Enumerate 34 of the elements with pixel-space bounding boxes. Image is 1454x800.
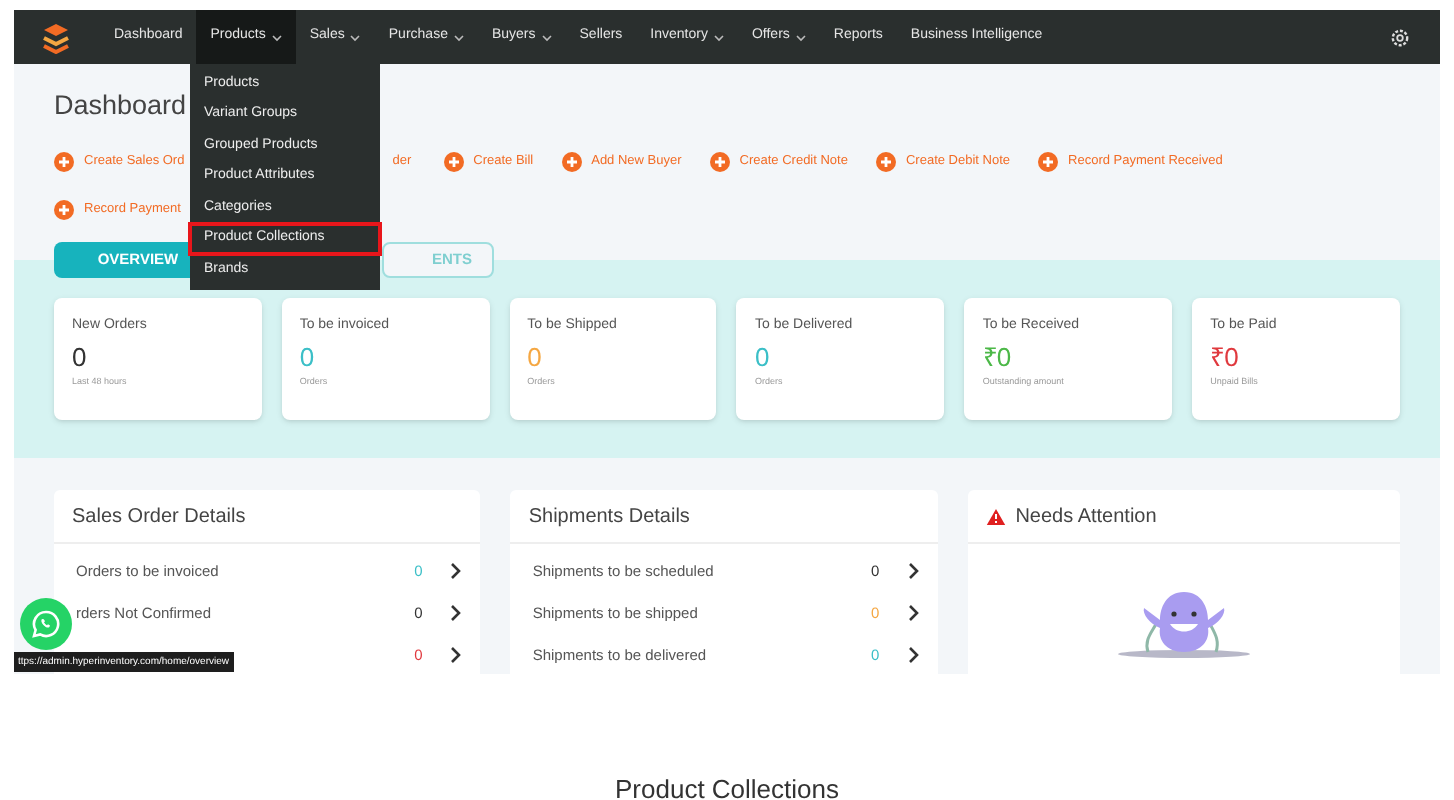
chevron-right-icon[interactable] xyxy=(907,604,920,622)
caret-down-icon xyxy=(350,33,361,41)
caret-down-icon xyxy=(713,33,724,41)
plus-circle-icon xyxy=(54,200,74,220)
warning-icon xyxy=(985,507,1006,525)
panel-title: Shipments Details xyxy=(528,503,690,531)
card-value: 0 xyxy=(527,339,544,375)
plus-circle-icon xyxy=(875,152,896,172)
panel-title: Needs Attention xyxy=(1015,503,1157,531)
chevron-right-icon[interactable] xyxy=(450,562,463,580)
card-value: 0 xyxy=(72,339,89,375)
settings-icon[interactable] xyxy=(1390,27,1410,47)
card-value: 0 xyxy=(754,339,772,375)
panel-title: Sales Order Details xyxy=(72,503,246,531)
card-value: 0 xyxy=(299,339,317,375)
card-value: ₹0 xyxy=(1210,339,1241,375)
caret-down-icon xyxy=(541,33,552,41)
page-title: Dashboard xyxy=(54,88,187,124)
card-value: ₹0 xyxy=(982,339,1014,375)
caret-down-icon xyxy=(271,33,282,41)
stacked-layers-logo-icon[interactable] xyxy=(40,21,72,53)
plus-circle-icon xyxy=(443,152,464,172)
plus-circle-icon xyxy=(1038,152,1059,172)
chevron-right-icon[interactable] xyxy=(450,646,463,664)
chevron-right-icon[interactable] xyxy=(907,562,920,580)
plus-circle-icon xyxy=(561,152,582,172)
caret-down-icon xyxy=(795,33,806,41)
chevron-right-icon[interactable] xyxy=(450,604,463,622)
image-caption: Product Collections xyxy=(613,772,841,800)
plus-circle-icon xyxy=(54,152,74,172)
chevron-right-icon[interactable] xyxy=(907,646,920,664)
caret-down-icon xyxy=(453,33,464,41)
phone-bubble-icon xyxy=(32,610,60,638)
plus-circle-icon xyxy=(709,152,730,172)
